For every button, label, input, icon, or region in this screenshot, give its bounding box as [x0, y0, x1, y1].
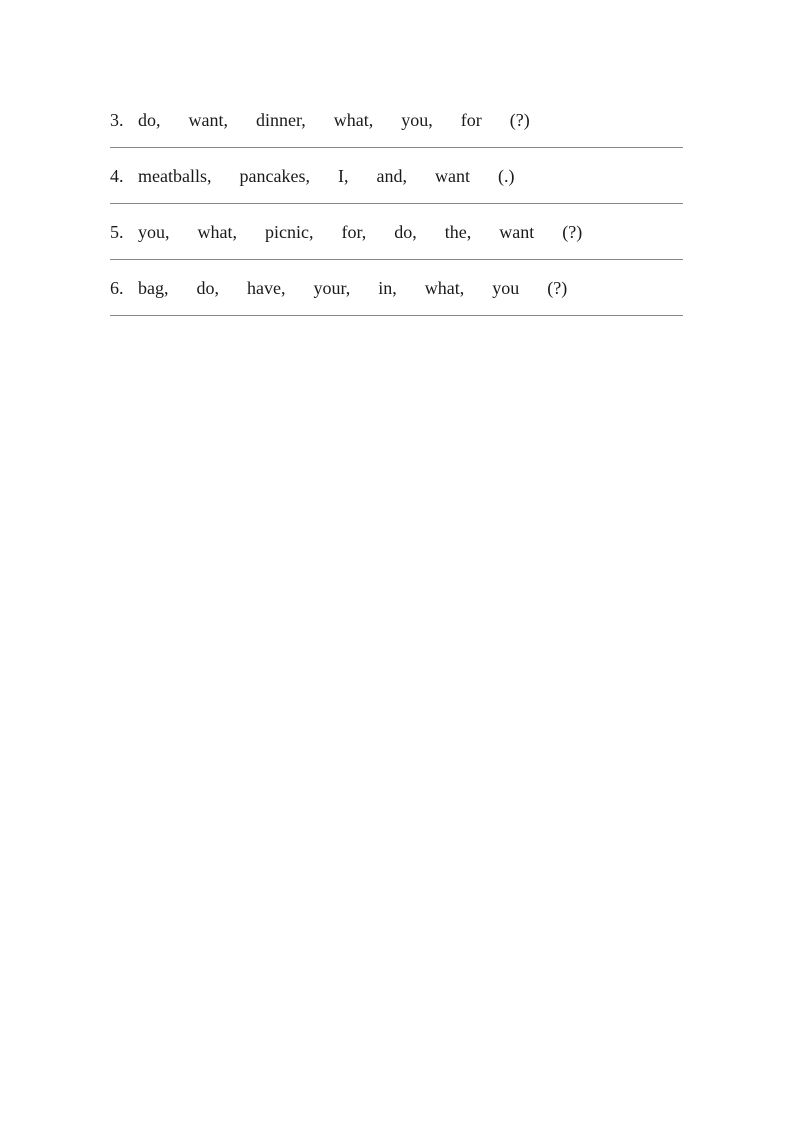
- word: (?): [510, 110, 530, 131]
- word-list: meatballs, pancakes, I, and, want (.): [138, 166, 514, 187]
- word: (?): [562, 222, 582, 243]
- word: what,: [334, 110, 374, 131]
- word: in,: [378, 278, 397, 299]
- word: (.): [498, 166, 515, 187]
- word: for: [461, 110, 482, 131]
- word: bag,: [138, 278, 169, 299]
- word: you,: [138, 222, 170, 243]
- word: you,: [401, 110, 433, 131]
- word: want,: [189, 110, 229, 131]
- exercise-item: 6.bag, do, have, your, in, what, you (?): [110, 260, 683, 316]
- word: pancakes,: [239, 166, 309, 187]
- word: and,: [376, 166, 407, 187]
- word: do,: [197, 278, 220, 299]
- exercise-item: 3.do, want, dinner, what, you, for (?): [110, 100, 683, 148]
- word: your,: [313, 278, 350, 299]
- exercise-row: 6.bag, do, have, your, in, what, you (?): [110, 278, 683, 299]
- word: want: [499, 222, 534, 243]
- word: what,: [425, 278, 465, 299]
- exercise-row: 4.meatballs, pancakes, I, and, want (.): [110, 166, 683, 187]
- exercise-row: 5.you, what, picnic, for, do, the, want (?): [110, 222, 683, 243]
- word: the,: [445, 222, 472, 243]
- word: want: [435, 166, 470, 187]
- item-number: 5.: [110, 222, 138, 243]
- exercise-list: 3.do,want,dinner,what,you,for(?)4.meatba…: [110, 100, 683, 316]
- word: what,: [198, 222, 238, 243]
- item-number: 3.: [110, 110, 138, 131]
- word: picnic,: [265, 222, 313, 243]
- word: have,: [247, 278, 285, 299]
- word: you: [492, 278, 519, 299]
- word: do,: [394, 222, 417, 243]
- word-list: you, what, picnic, for, do, the, want (?): [138, 222, 582, 243]
- word: do,: [138, 110, 161, 131]
- word: I,: [338, 166, 349, 187]
- word: (?): [547, 278, 567, 299]
- word: meatballs,: [138, 166, 211, 187]
- word: dinner,: [256, 110, 306, 131]
- word-list: do, want, dinner, what, you, for (?): [138, 110, 530, 131]
- exercise-item: 5.you, what, picnic, for, do, the, want (?): [110, 204, 683, 260]
- item-number: 4.: [110, 166, 138, 187]
- exercise-row: 3.do, want, dinner, what, you, for (?): [110, 110, 683, 131]
- word-list: bag, do, have, your, in, what, you (?): [138, 278, 567, 299]
- page: 3.do,want,dinner,what,you,for(?)4.meatba…: [0, 0, 793, 1122]
- item-number: 6.: [110, 278, 138, 299]
- exercise-item: 4.meatballs, pancakes, I, and, want (.): [110, 148, 683, 204]
- word: for,: [341, 222, 366, 243]
